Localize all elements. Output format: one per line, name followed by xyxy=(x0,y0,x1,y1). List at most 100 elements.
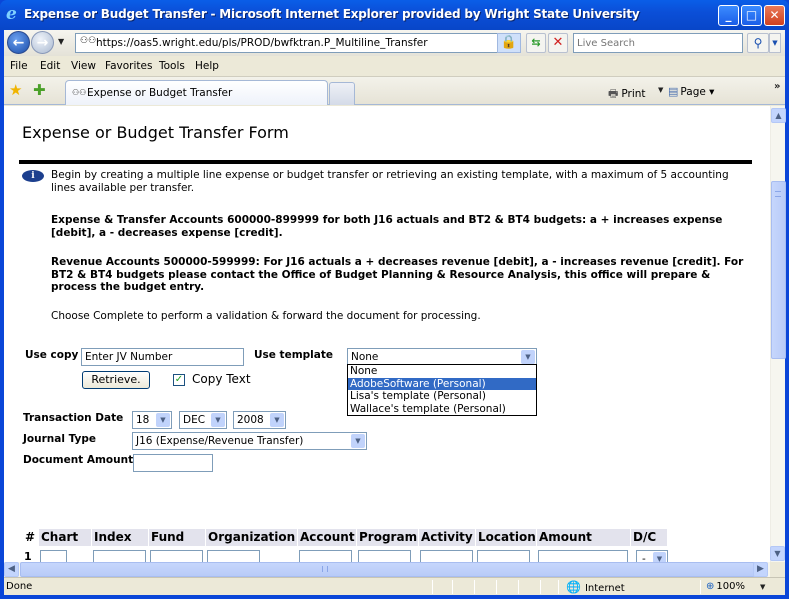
add-favorites-icon[interactable]: ✚ xyxy=(33,81,46,99)
status-divider xyxy=(496,580,497,594)
year-select[interactable]: 2008 ▼ xyxy=(233,411,286,429)
menu-edit[interactable]: Edit xyxy=(40,60,60,72)
document-amount-label: Document Amount xyxy=(23,454,134,466)
chevron-down-icon: ▼ xyxy=(772,39,778,47)
back-button[interactable]: ← xyxy=(7,31,30,54)
forward-button[interactable]: → xyxy=(31,31,54,54)
col-header-number: # xyxy=(25,530,36,544)
journal-type-label: Journal Type xyxy=(23,433,96,445)
col-header-amount: Amount xyxy=(537,529,630,546)
menu-view[interactable]: View xyxy=(71,60,96,72)
page-title: Expense or Budget Transfer Form xyxy=(22,123,289,142)
status-divider xyxy=(518,580,519,594)
scroll-grip-icon xyxy=(322,566,328,572)
scroll-down-icon[interactable]: ▼ xyxy=(770,546,785,561)
journal-type-value: J16 (Expense/Revenue Transfer) xyxy=(136,435,304,447)
template-option-adobesoftware[interactable]: AdobeSoftware (Personal) xyxy=(348,377,536,390)
zone-label: Internet xyxy=(584,583,625,594)
menu-bar: File Edit View Favorites Tools Help xyxy=(4,56,785,77)
menu-favorites[interactable]: Favorites xyxy=(105,60,152,72)
refresh-button[interactable]: ⇆ xyxy=(526,33,546,53)
printer-icon: 🖶 xyxy=(608,87,619,100)
search-box[interactable] xyxy=(573,33,743,53)
stop-button[interactable]: ✕ xyxy=(548,33,568,53)
menu-help[interactable]: Help xyxy=(195,60,219,72)
site-favicon-icon: ⚇⚇ xyxy=(80,36,97,46)
retrieve-button[interactable]: Retrieve. xyxy=(82,371,150,389)
tab-expense-budget-transfer[interactable]: ⚇⚇ Expense or Budget Transfer xyxy=(65,80,328,105)
search-button[interactable]: ⚲ xyxy=(747,33,769,53)
browser-frame: ← → ▼ ⚇⚇ https://oas5.wright.edu/pls/PRO… xyxy=(4,30,786,595)
col-header-index: Index xyxy=(92,529,148,546)
col-header-fund: Fund xyxy=(149,529,205,546)
copy-text-label: Copy Text xyxy=(192,372,251,386)
day-select[interactable]: 18 ▼ xyxy=(132,411,172,429)
use-copy-label: Use copy xyxy=(25,349,79,361)
scroll-up-icon[interactable]: ▲ xyxy=(771,108,786,123)
favorites-star-icon[interactable]: ★ xyxy=(9,81,22,99)
address-url[interactable]: https://oas5.wright.edu/pls/PROD/bwfktra… xyxy=(96,37,428,49)
document-amount-input[interactable] xyxy=(133,454,213,472)
scrollbar-corner xyxy=(770,562,785,577)
status-divider xyxy=(540,580,541,594)
chevron-down-icon: ▼ xyxy=(351,434,365,448)
window-title: Expense or Budget Transfer - Microsoft I… xyxy=(24,7,640,21)
status-text: Done xyxy=(6,581,33,592)
template-option-lisa[interactable]: Lisa's template (Personal) xyxy=(348,390,536,403)
journal-type-select[interactable]: J16 (Expense/Revenue Transfer) ▼ xyxy=(132,432,367,450)
forward-arrow-icon: → xyxy=(36,35,49,51)
vertical-scrollbar-bottom: ▼ xyxy=(770,546,785,562)
search-input[interactable] xyxy=(574,34,742,52)
maximize-button[interactable]: □ xyxy=(741,5,762,26)
page-icon: ▤ xyxy=(668,85,679,98)
template-option-none[interactable]: None xyxy=(348,365,536,378)
col-header-activity: Activity xyxy=(419,529,475,546)
status-bar: Done 🌐 Internet ⊕ 100% ▼ xyxy=(4,577,785,595)
scroll-right-icon[interactable]: ▶ xyxy=(753,562,768,577)
close-icon: ✕ xyxy=(769,8,780,22)
template-option-wallace[interactable]: Wallace's template (Personal) xyxy=(348,403,536,416)
security-lock-icon[interactable]: 🔒 xyxy=(497,33,521,53)
site-favicon-icon: ⚇⚇ xyxy=(72,88,87,97)
print-button[interactable]: 🖶 Print xyxy=(608,85,646,104)
year-value: 2008 xyxy=(237,414,264,426)
template-selected-value: None xyxy=(351,351,379,363)
template-dropdown-list: None AdobeSoftware (Personal) Lisa's tem… xyxy=(347,364,537,416)
horizontal-scrollbar[interactable]: ◀ ▶ xyxy=(4,562,770,577)
close-button[interactable]: ✕ xyxy=(764,5,785,26)
page-menu-button[interactable]: ▤ Page ▾ xyxy=(668,85,714,98)
tab-bar: ★ ✚ ⚇⚇ Expense or Budget Transfer 🖶 Print… xyxy=(4,77,785,105)
horizontal-scroll-thumb[interactable] xyxy=(20,562,762,577)
menu-tools[interactable]: Tools xyxy=(159,60,185,72)
col-header-debit-credit: D/C xyxy=(631,529,667,546)
minimize-button[interactable]: _ xyxy=(718,5,739,26)
menu-file[interactable]: File xyxy=(10,60,28,72)
more-commands-button[interactable]: » xyxy=(774,81,780,92)
vertical-scrollbar[interactable]: ▲ xyxy=(770,106,786,577)
col-header-organization: Organization xyxy=(206,529,297,546)
globe-icon: 🌐 xyxy=(566,580,581,594)
security-zone[interactable]: 🌐 Internet xyxy=(566,580,625,594)
status-divider xyxy=(474,580,475,594)
vertical-scroll-thumb[interactable] xyxy=(771,181,786,359)
zoom-level[interactable]: ⊕ 100% xyxy=(706,581,745,592)
scroll-left-icon[interactable]: ◀ xyxy=(4,562,19,577)
new-tab-button[interactable] xyxy=(329,82,355,105)
scroll-grip-icon xyxy=(775,191,781,197)
address-bar[interactable]: ⚇⚇ https://oas5.wright.edu/pls/PROD/bwfk… xyxy=(75,33,515,53)
print-label: Print xyxy=(621,88,646,100)
print-dropdown-icon[interactable]: ▼ xyxy=(658,86,663,94)
jv-number-input[interactable]: Enter JV Number xyxy=(81,348,244,366)
tab-title: Expense or Budget Transfer xyxy=(87,87,233,99)
back-arrow-icon: ← xyxy=(12,35,25,51)
zoom-magnifier-icon: ⊕ xyxy=(706,581,715,592)
search-options-dropdown[interactable]: ▼ xyxy=(769,33,781,53)
copy-text-checkbox[interactable]: ✓ xyxy=(173,374,185,386)
status-divider xyxy=(452,580,453,594)
chevron-down-icon: ▼ xyxy=(270,413,284,427)
zoom-dropdown-icon[interactable]: ▼ xyxy=(760,583,765,591)
maximize-icon: □ xyxy=(745,8,758,22)
month-select[interactable]: DEC ▼ xyxy=(179,411,227,429)
info-icon: i xyxy=(22,170,44,182)
history-dropdown-icon[interactable]: ▼ xyxy=(58,37,64,46)
